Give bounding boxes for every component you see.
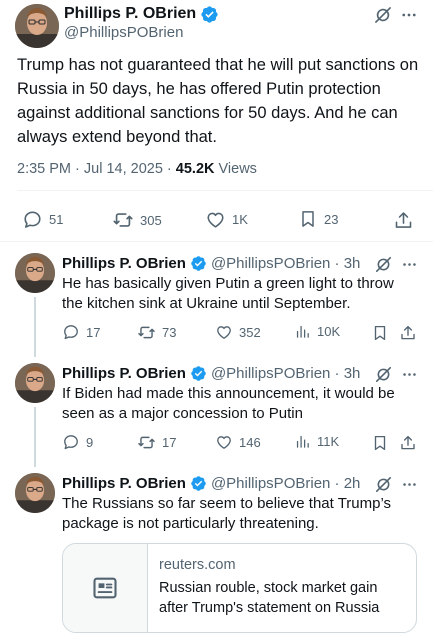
author-name[interactable]: Phillips P. OBrien: [64, 5, 196, 23]
grok-icon[interactable]: [372, 4, 394, 26]
like-button[interactable]: 146: [215, 433, 261, 451]
verified-badge-icon: [190, 255, 207, 272]
more-icon[interactable]: [398, 4, 420, 26]
more-icon[interactable]: [398, 363, 420, 385]
author-handle-time[interactable]: @PhillipsPOBrien · 2h: [211, 475, 360, 492]
avatar[interactable]: [15, 363, 55, 403]
tweet-meta: 2:35 PM · Jul 14, 2025 · 45.2K Views: [17, 161, 257, 177]
views-icon: [294, 323, 311, 340]
more-icon[interactable]: [398, 473, 420, 495]
tweet-text: Trump has not guaranteed that he will pu…: [17, 56, 419, 146]
author-name[interactable]: Phillips P. OBrien: [62, 365, 186, 382]
verified-badge-icon: [200, 5, 219, 24]
views-button[interactable]: 10K: [294, 323, 340, 340]
share-icon[interactable]: [392, 209, 414, 231]
reply-button[interactable]: 9: [62, 433, 93, 451]
avatar[interactable]: [15, 4, 59, 48]
repost-icon: [137, 433, 156, 452]
views-count: 45.2K: [175, 161, 215, 177]
thread-line: [34, 297, 36, 357]
reply-icon: [22, 209, 43, 230]
repost-button[interactable]: 17: [137, 433, 176, 452]
like-button[interactable]: 352: [215, 323, 261, 341]
share-icon[interactable]: [398, 323, 418, 343]
verified-badge-icon: [190, 365, 207, 382]
link-card-thumbnail: [63, 544, 148, 632]
tweet-timestamp[interactable]: 2:35 PM · Jul 14, 2025 ·: [17, 161, 176, 177]
bookmark-button[interactable]: 23: [298, 209, 338, 229]
link-card[interactable]: reuters.com Russian rouble, stock market…: [62, 543, 417, 633]
like-button[interactable]: 1K: [205, 209, 248, 230]
reply-count: 51: [49, 212, 64, 227]
repost-count: 73: [162, 325, 177, 340]
like-icon: [205, 209, 226, 230]
bookmark-icon[interactable]: [370, 433, 390, 453]
divider: [0, 241, 433, 242]
repost-count: 17: [162, 435, 177, 450]
repost-count: 305: [140, 212, 162, 228]
views-count: 11K: [317, 434, 340, 449]
like-icon: [215, 433, 233, 451]
article-icon: [91, 574, 119, 602]
reply-button[interactable]: 51: [22, 209, 63, 230]
views-button[interactable]: 11K: [294, 433, 339, 450]
author-handle-time[interactable]: @PhillipsPOBrien · 3h: [211, 255, 360, 272]
verified-badge-icon: [190, 475, 207, 492]
bookmark-count: 23: [324, 211, 339, 227]
repost-icon: [112, 209, 134, 231]
views-count: 10K: [317, 324, 341, 339]
reply-count: 9: [86, 434, 94, 450]
grok-icon[interactable]: [372, 253, 394, 275]
author-name[interactable]: Phillips P. OBrien: [62, 475, 186, 492]
reply-icon: [62, 323, 80, 341]
repost-icon: [137, 323, 156, 342]
author-handle[interactable]: @PhillipsPOBrien: [64, 24, 183, 41]
reply-text: He has basically given Putin a green lig…: [62, 275, 394, 312]
like-icon: [215, 323, 233, 341]
like-count: 352: [239, 324, 261, 340]
reply-text: If Biden had made this announcement, it …: [62, 385, 395, 422]
thread-line: [34, 407, 36, 467]
repost-button[interactable]: 305: [112, 209, 162, 231]
share-icon[interactable]: [398, 433, 418, 453]
grok-icon[interactable]: [372, 363, 394, 385]
divider: [17, 190, 433, 191]
author-name[interactable]: Phillips P. OBrien: [62, 255, 186, 272]
bookmark-icon: [298, 209, 318, 229]
views-icon: [294, 433, 311, 450]
views-label: Views: [214, 161, 257, 177]
reply-text: The Russians so far seem to believe that…: [62, 495, 392, 532]
avatar[interactable]: [15, 253, 55, 293]
reply-count: 17: [86, 324, 101, 340]
like-count: 1K: [232, 212, 248, 227]
more-icon[interactable]: [398, 253, 420, 275]
avatar[interactable]: [15, 473, 55, 513]
grok-icon[interactable]: [372, 473, 394, 495]
reply-button[interactable]: 17: [62, 323, 100, 341]
like-count: 146: [239, 434, 261, 450]
author-handle-time[interactable]: @PhillipsPOBrien · 3h: [211, 365, 360, 382]
link-card-title: Russian rouble, stock market gain after …: [159, 580, 380, 616]
reply-icon: [62, 433, 80, 451]
repost-button[interactable]: 73: [137, 323, 176, 342]
bookmark-icon[interactable]: [370, 323, 390, 343]
link-card-domain: reuters.com: [159, 557, 236, 573]
